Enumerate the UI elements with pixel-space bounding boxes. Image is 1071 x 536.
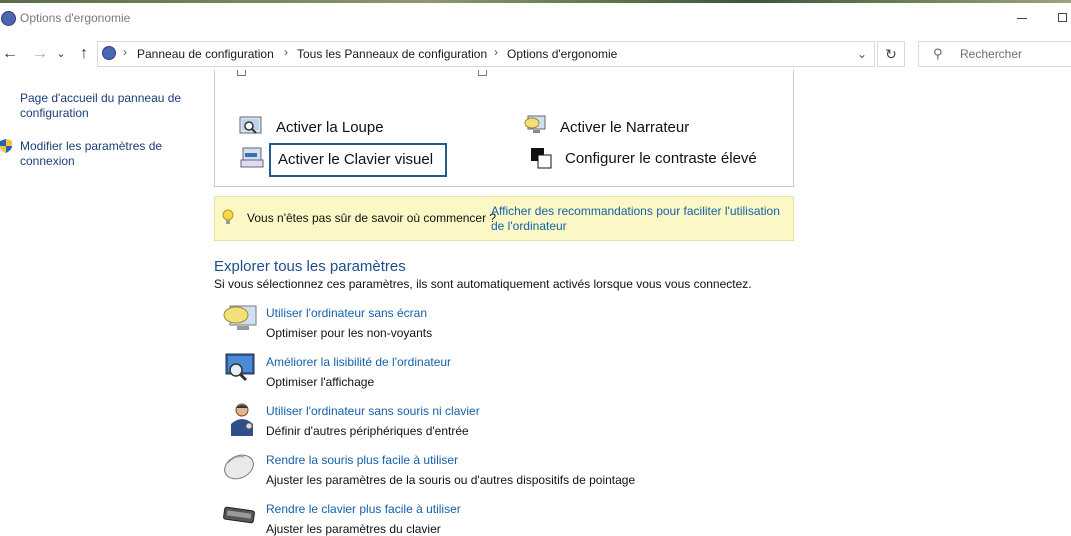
explore-desc: Optimiser l'affichage	[266, 375, 375, 389]
explore-link-souris[interactable]: Rendre la souris plus facile à utiliser	[266, 453, 458, 467]
activate-magnifier-link[interactable]: Activer la Loupe	[276, 119, 384, 136]
section-title: Explorer tous les paramètres	[214, 258, 406, 275]
mouse-icon	[224, 454, 254, 480]
speech-bubble-icon	[223, 305, 257, 330]
breadcrumb-separator: ›	[123, 45, 127, 59]
breadcrumb-panneau-de-configuration[interactable]: Panneau de configuration	[137, 47, 274, 61]
activate-onscreen-keyboard-link[interactable]: Activer le Clavier visuel	[278, 151, 433, 168]
explore-desc: Ajuster les paramètres de la souris ou d…	[266, 473, 636, 487]
explore-desc: Ajuster les paramètres du clavier	[266, 522, 441, 536]
control-panel-icon	[102, 46, 116, 60]
magnifier-icon	[239, 116, 262, 134]
narrator-icon	[524, 115, 546, 133]
search-icon: ⚲	[933, 46, 943, 61]
up-button[interactable]: ↑	[74, 42, 94, 66]
activate-narrator-link[interactable]: Activer le Narrateur	[560, 119, 689, 136]
breadcrumb-separator: ›	[284, 45, 288, 59]
shield-icon	[0, 139, 12, 153]
keyboard-icon	[223, 506, 255, 524]
forward-button[interactable]: →	[30, 42, 50, 66]
breadcrumb-tous-les-panneaux[interactable]: Tous les Panneaux de configuration	[297, 47, 487, 61]
control-panel-icon	[1, 11, 16, 26]
explore-link-clavier[interactable]: Rendre le clavier plus facile à utiliser	[266, 502, 461, 516]
back-button[interactable]: ←	[0, 42, 20, 66]
checkbox-clipped[interactable]	[237, 70, 246, 76]
monitor-magnifier-icon	[225, 353, 255, 382]
explore-link-lisibilite[interactable]: Améliorer la lisibilité de l'ordinateur	[266, 355, 451, 369]
maximize-button[interactable]	[1050, 3, 1071, 35]
title-bar	[0, 3, 1071, 35]
recommendations-link[interactable]: Afficher des recommandations pour facili…	[491, 204, 791, 234]
sidebar-item-connexion[interactable]: Modifier les paramètres de connexion	[20, 139, 190, 169]
onscreen-keyboard-icon	[240, 147, 264, 168]
recent-locations-button[interactable]: ⌄	[54, 42, 68, 66]
explore-desc: Optimiser pour les non-voyants	[266, 326, 433, 340]
configure-high-contrast-link[interactable]: Configurer le contraste élevé	[565, 150, 757, 167]
lightbulb-icon	[222, 209, 234, 224]
section-subtitle: Si vous sélectionnez ces paramètres, ils…	[214, 277, 752, 291]
checkbox-clipped[interactable]	[478, 70, 487, 76]
person-icon	[231, 403, 253, 436]
address-dropdown-button[interactable]: ⌄	[853, 45, 871, 63]
explore-desc: Définir d'autres périphériques d'entrée	[266, 424, 469, 438]
explore-link-sans-ecran[interactable]: Utiliser l'ordinateur sans écran	[266, 306, 427, 320]
high-contrast-icon	[531, 148, 552, 169]
sidebar-item-home[interactable]: Page d'accueil du panneau de configurati…	[20, 91, 190, 121]
breadcrumb-options-ergonomie[interactable]: Options d'ergonomie	[507, 47, 617, 61]
explore-link-sans-souris[interactable]: Utiliser l'ordinateur sans souris ni cla…	[266, 404, 480, 418]
search-placeholder: Rechercher	[960, 47, 1023, 61]
tip-text: Vous n'êtes pas sûr de savoir où commenc…	[247, 211, 497, 225]
minimize-button[interactable]	[1007, 3, 1037, 35]
breadcrumb-separator: ›	[494, 45, 498, 59]
window-title: Options d'ergonomie	[20, 11, 131, 25]
refresh-button[interactable]: ↻	[877, 41, 905, 67]
